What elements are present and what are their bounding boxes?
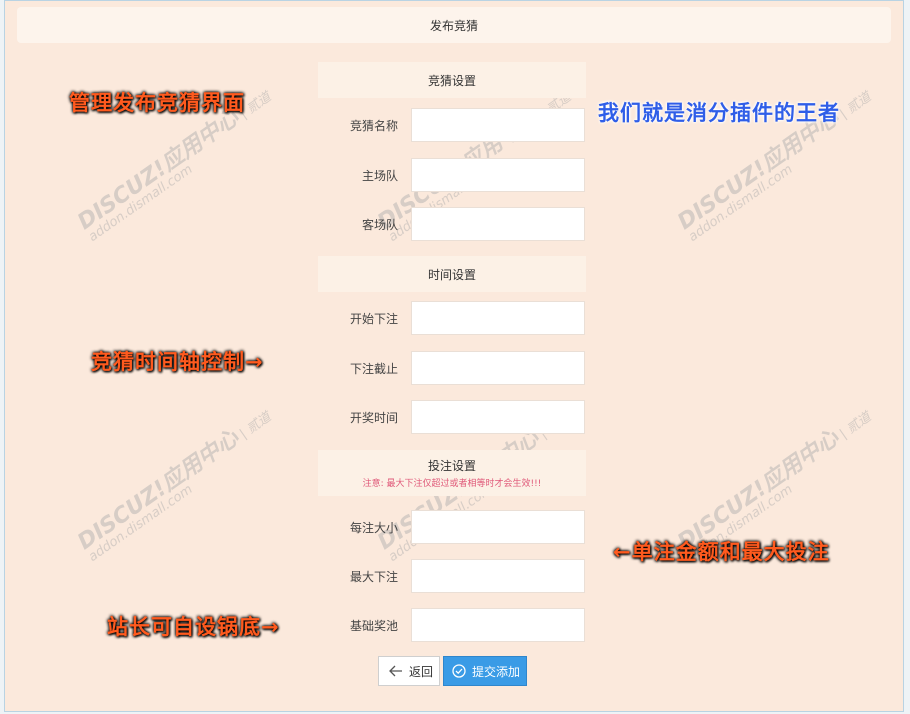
bet-start-label: 开始下注 bbox=[349, 311, 398, 326]
back-button[interactable]: 返回 bbox=[378, 656, 440, 686]
guess-name-label: 竞猜名称 bbox=[349, 118, 398, 133]
max-bet-input[interactable] bbox=[411, 559, 585, 593]
callout-pool: 站长可自设锅底→ bbox=[107, 615, 280, 639]
callout-timeline: 竞猜时间轴控制→ bbox=[91, 350, 264, 374]
draw-time-label: 开奖时间 bbox=[349, 410, 398, 425]
draw-time-input[interactable] bbox=[411, 400, 585, 434]
callout-amount: ←单注金额和最大投注 bbox=[613, 540, 830, 564]
per-bet-label: 每注大小 bbox=[349, 520, 398, 535]
back-button-label: 返回 bbox=[409, 664, 434, 679]
section-guess-settings: 竞猜设置 bbox=[318, 62, 586, 98]
bet-deadline-label: 下注截止 bbox=[349, 361, 398, 376]
arrow-left-icon bbox=[389, 665, 402, 677]
callout-king: 我们就是消分插件的王者 bbox=[598, 101, 840, 125]
submit-button-label: 提交添加 bbox=[472, 664, 521, 679]
section-time-settings: 时间设置 bbox=[318, 256, 586, 292]
bet-settings-note: 注意: 最大下注仅超过或者相等时才会生效!!! bbox=[362, 479, 542, 489]
base-pool-label: 基础奖池 bbox=[349, 618, 398, 633]
max-bet-label: 最大下注 bbox=[349, 569, 398, 584]
watermark: DISCUZ!应用中心 | 贰道 addon.dismall.com bbox=[73, 409, 275, 565]
submit-button[interactable]: 提交添加 bbox=[443, 656, 527, 686]
base-pool-input[interactable] bbox=[411, 608, 585, 642]
check-circle-icon bbox=[452, 664, 466, 678]
home-team-input[interactable] bbox=[411, 158, 585, 192]
bet-deadline-input[interactable] bbox=[411, 351, 585, 385]
page-title: 发布竞猜 bbox=[17, 7, 891, 43]
per-bet-input[interactable] bbox=[411, 510, 585, 544]
away-team-label: 客场队 bbox=[361, 217, 398, 232]
guess-name-input[interactable] bbox=[411, 108, 585, 142]
section-time-title: 时间设置 bbox=[427, 267, 476, 282]
bet-start-input[interactable] bbox=[411, 301, 585, 335]
home-team-label: 主场队 bbox=[361, 168, 398, 183]
section-guess-title: 竞猜设置 bbox=[427, 73, 476, 88]
page-frame: DISCUZ!应用中心 | 贰道 addon.dismall.com DISCU… bbox=[4, 0, 904, 712]
section-bet-settings: 投注设置 注意: 最大下注仅超过或者相等时才会生效!!! bbox=[318, 450, 586, 496]
page-title-text: 发布竞猜 bbox=[429, 18, 478, 33]
callout-admin: 管理发布竞猜界面 bbox=[69, 91, 245, 115]
section-bet-title: 投注设置 bbox=[427, 459, 476, 473]
away-team-input[interactable] bbox=[411, 207, 585, 241]
